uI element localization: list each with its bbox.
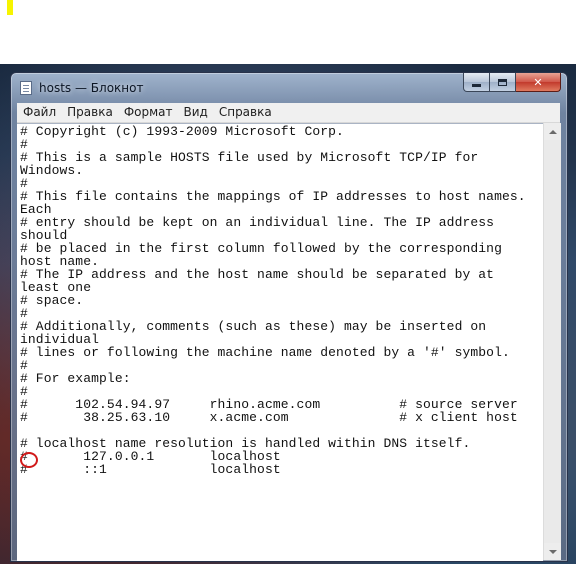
arrow-up-icon [548,129,557,134]
minimize-icon [472,83,481,87]
notepad-window: hosts — Блокнот ✕ Файл Правка Формат Вид… [10,72,568,562]
text-line[interactable]: # Copyright (c) 1993-2009 Microsoft Corp… [20,125,543,138]
editor-text[interactable]: # Copyright (c) 1993-2009 Microsoft Corp… [20,125,543,561]
text-line[interactable]: # lines or following the machine name de… [20,346,543,359]
text-line[interactable]: # The IP address and the host name shoul… [20,268,543,281]
red-circle-annotation [20,452,38,468]
text-line[interactable]: # This is a sample HOSTS file used by Mi… [20,151,543,164]
menu-view[interactable]: Вид [178,103,213,122]
arrow-down-icon [548,549,557,554]
vertical-scrollbar[interactable] [543,123,561,560]
caption-buttons: ✕ [463,73,561,93]
maximize-button[interactable] [490,73,516,92]
close-icon: ✕ [533,75,543,89]
window-title: hosts — Блокнот [39,81,144,95]
menu-bar: Файл Правка Формат Вид Справка [17,103,560,123]
minimize-button[interactable] [463,73,490,92]
title-bar[interactable]: hosts — Блокнот ✕ [11,73,567,103]
text-line[interactable]: # This file contains the mappings of IP … [20,190,543,203]
text-editor[interactable]: # Copyright (c) 1993-2009 Microsoft Corp… [17,123,543,561]
text-line[interactable]: Windows. [20,164,543,177]
top-blank-area [0,0,576,64]
text-line[interactable]: # ::1 localhost [20,463,543,476]
text-line[interactable]: # entry should be kept on an individual … [20,216,543,229]
yellow-highlight-mark [7,0,13,15]
menu-help[interactable]: Справка [213,103,277,122]
text-line[interactable]: # 38.25.63.10 x.acme.com # x client host [20,411,543,424]
scroll-down-button[interactable] [544,543,561,560]
maximize-icon [498,78,507,86]
menu-file[interactable]: Файл [17,103,61,122]
menu-format[interactable]: Формат [118,103,178,122]
text-line[interactable]: # For example: [20,372,543,385]
text-line[interactable]: # space. [20,294,543,307]
text-line[interactable]: least one [20,281,543,294]
menu-edit[interactable]: Правка [61,103,118,122]
scroll-up-button[interactable] [544,123,561,140]
close-button[interactable]: ✕ [516,73,561,92]
notepad-icon[interactable] [20,81,32,95]
